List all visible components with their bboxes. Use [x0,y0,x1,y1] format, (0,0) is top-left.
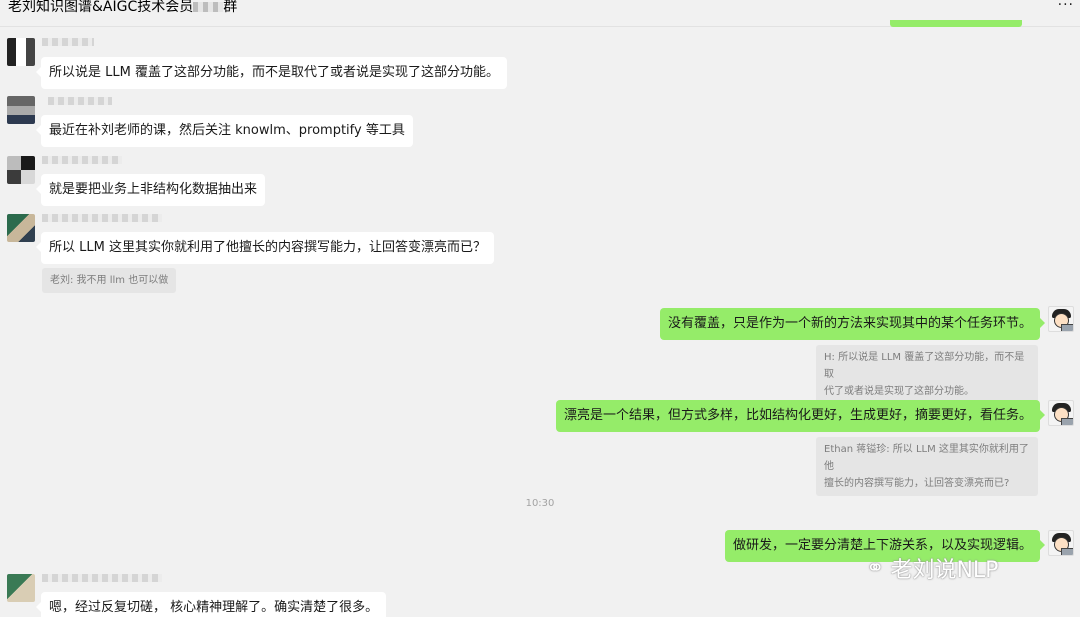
avatar-laptop [1061,324,1073,331]
more-dots-icon[interactable]: ··· [1058,0,1074,12]
self-avatar[interactable] [1048,530,1074,556]
quoted-reply[interactable]: 老刘: 我不用 llm 也可以做 [42,268,177,293]
quote-line: Ethan 蒋镒珍: 所以 LLM 这里其实你就利用了他 [824,444,1029,472]
chat-title-suffix: 群 [223,0,238,15]
chat-title-text: 老刘知识图谱&AIGC技术会员 [8,0,194,15]
chat-timestamp: 10:30 [525,498,555,509]
avatar[interactable] [7,156,35,184]
quoted-reply[interactable]: Ethan 蒋镒珍: 所以 LLM 这里其实你就利用了他 擅长的内容撰写能力，让… [816,437,1038,496]
avatar[interactable] [7,214,35,242]
avatar[interactable] [7,574,35,602]
title-redaction [193,2,224,12]
wechat-icon: ⚭ [866,555,885,581]
previous-message-edge [890,20,1022,27]
avatar-laptop [1061,418,1073,425]
message-bubble[interactable]: 所以 LLM 这里其实你就利用了他擅长的内容撰写能力，让回答变漂亮而已？ [36,232,494,264]
sender-name-redacted [42,214,162,222]
self-avatar[interactable] [1048,400,1074,426]
sender-name-redacted [42,156,122,164]
message-bubble-self[interactable]: 没有覆盖，只是作为一个新的方法来实现其中的某个任务环节。 [659,308,1046,340]
message-bubble[interactable]: 所以说是 LLM 覆盖了这部分功能，而不是取代了或者说是实现了这部分功能。 [36,57,507,89]
quote-line: H: 所以说是 LLM 覆盖了这部分功能，而不是取 [824,352,1025,380]
chat-title: 老刘知识图谱&AIGC技术会员 群 [8,0,237,14]
avatar[interactable] [7,38,35,66]
avatar-laptop [1061,548,1073,555]
watermark: ⚭ 老刘说NLP [866,552,998,584]
self-avatar[interactable] [1048,306,1074,332]
message-bubble[interactable]: 就是要把业务上非结构化数据抽出来 [35,174,266,206]
quote-line: 代了或者说是实现了这部分功能。 [824,386,974,397]
quote-line: 擅长的内容撰写能力，让回答变漂亮而已? [824,478,1010,489]
avatar[interactable] [7,96,35,124]
sender-name-redacted [42,574,162,582]
watermark-text: 老刘说NLP [890,558,999,583]
message-bubble[interactable]: 嗯，经过反复切磋， 核心精神理解了。确实清楚了很多。 [35,592,387,617]
message-bubble[interactable]: 最近在补刘老师的课，然后关注 knowlm、promptify 等工具 [36,115,413,147]
message-bubble-self[interactable]: 漂亮是一个结果，但方式多样，比如结构化更好，生成更好，摘要更好，看任务。 [555,400,1046,432]
sender-name-redacted [48,97,112,105]
sender-name-redacted [42,38,94,46]
quoted-reply[interactable]: H: 所以说是 LLM 覆盖了这部分功能，而不是取 代了或者说是实现了这部分功能… [816,345,1038,404]
